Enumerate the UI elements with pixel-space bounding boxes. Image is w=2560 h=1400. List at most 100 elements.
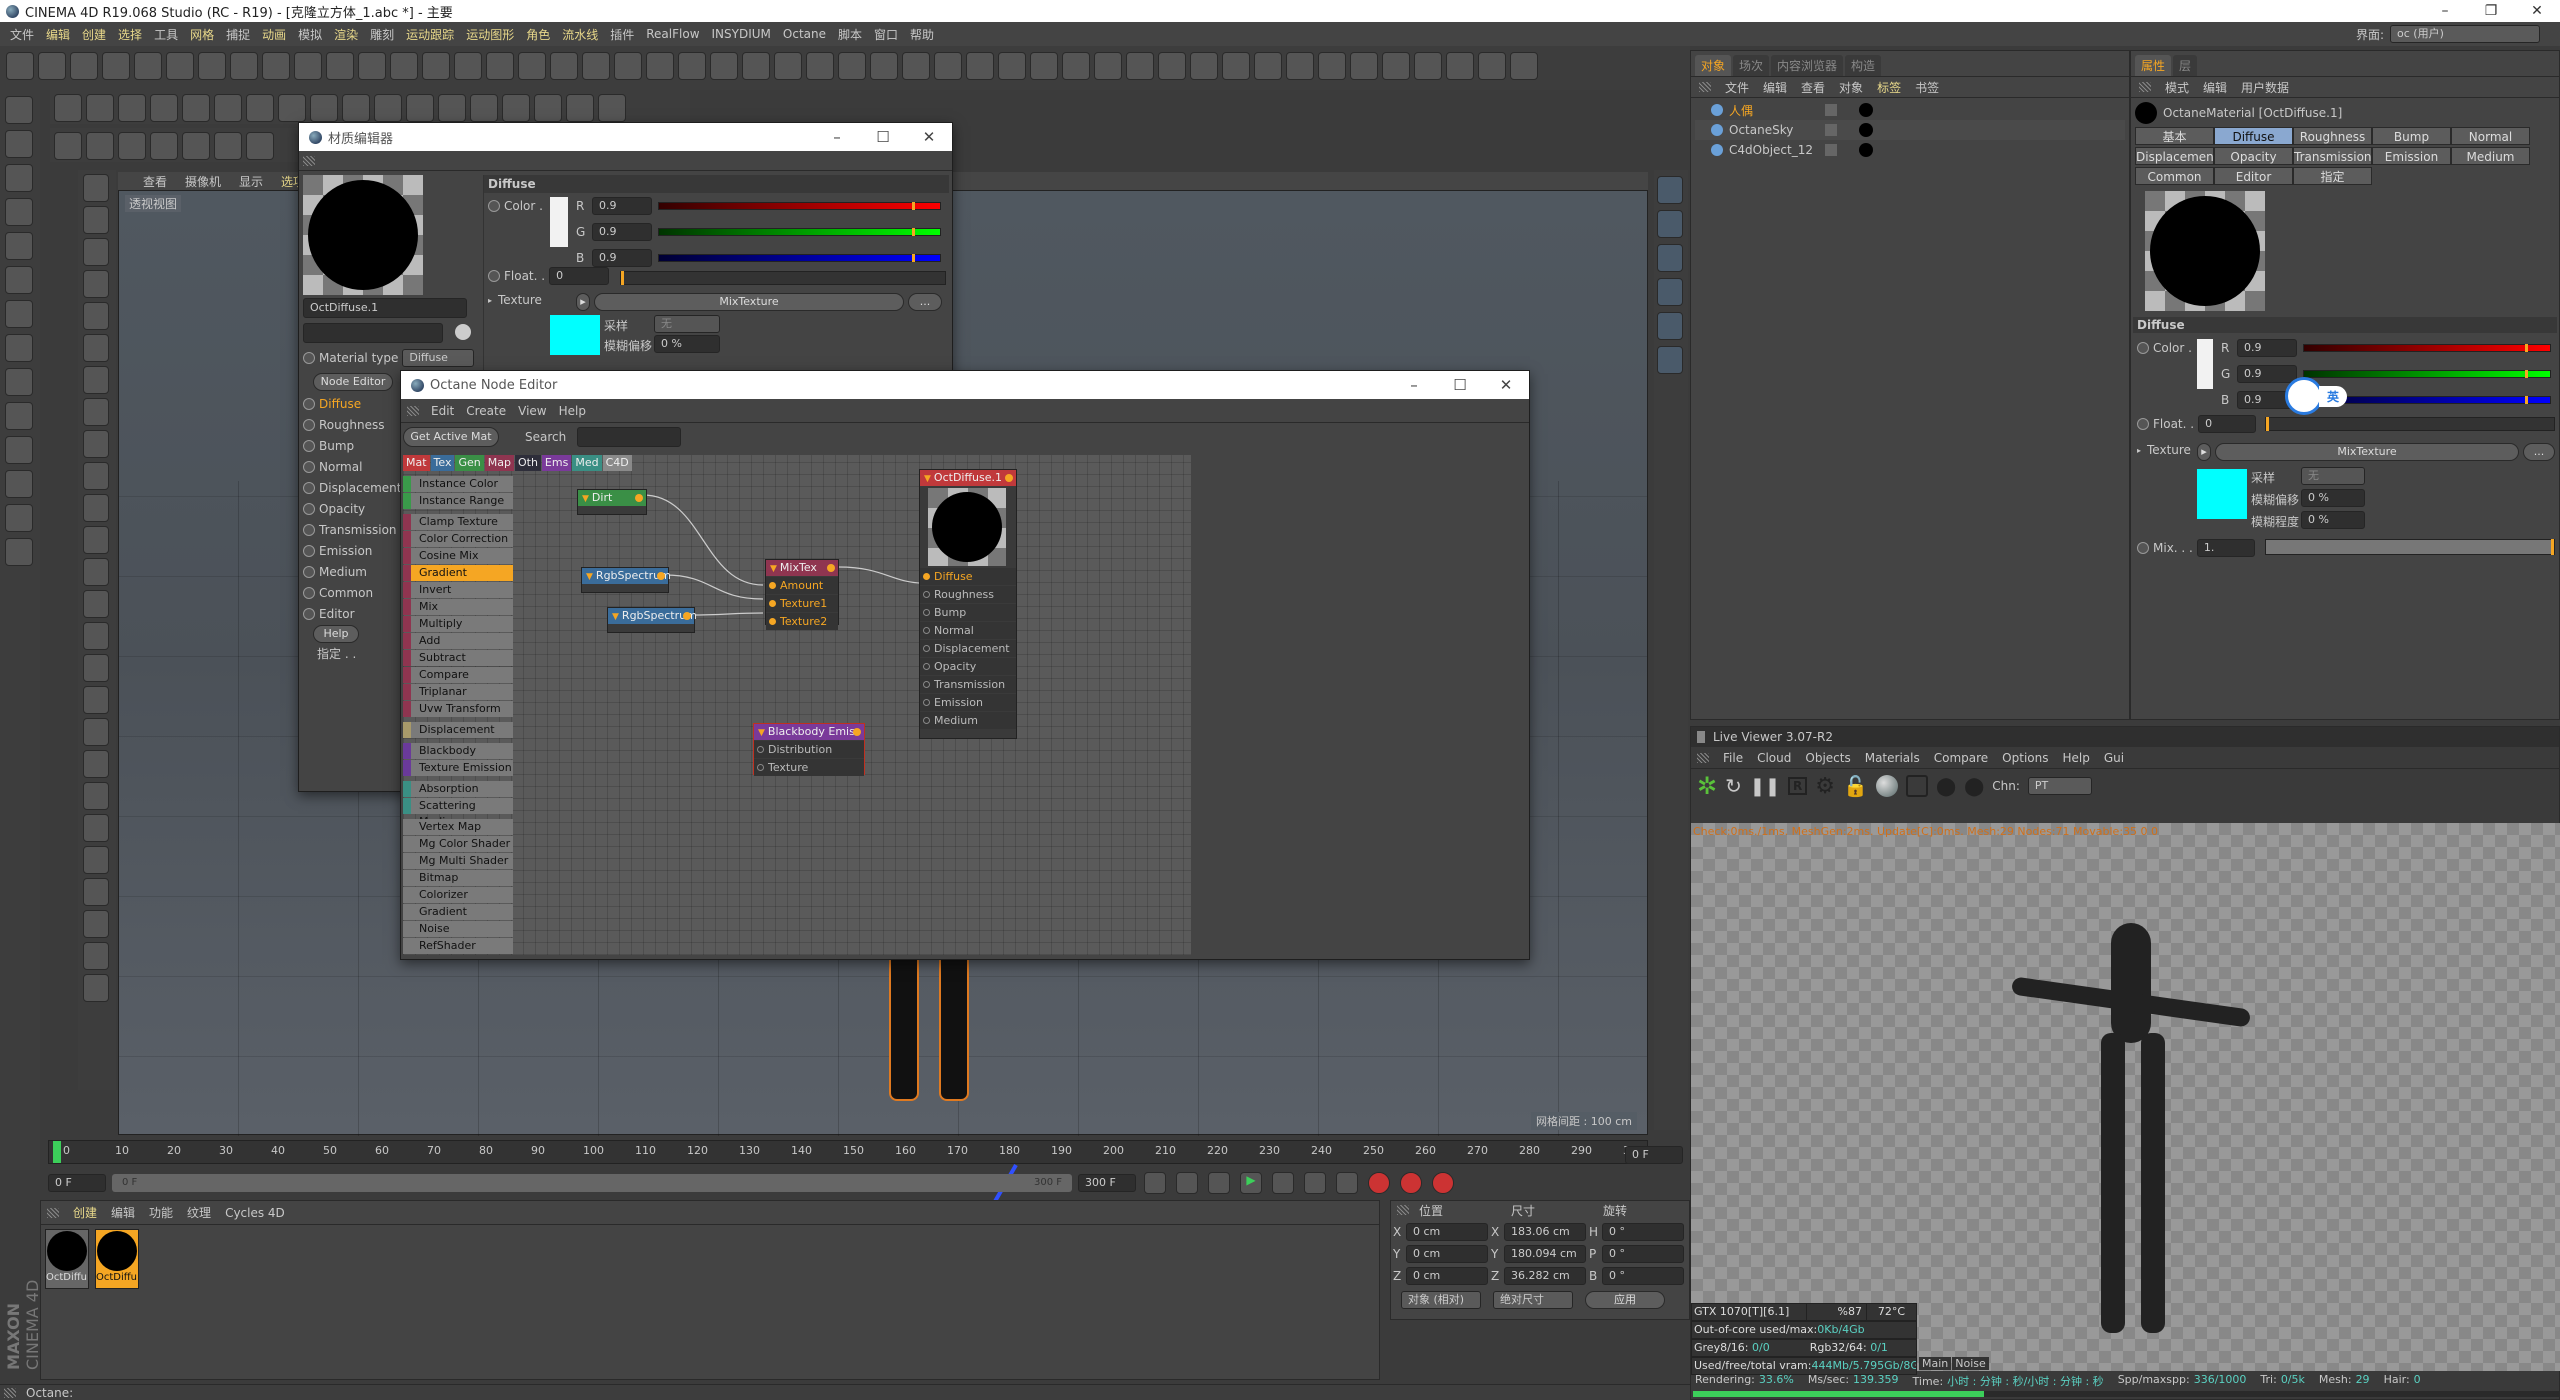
main-tool-icon[interactable] bbox=[230, 52, 258, 80]
left-tool-icon[interactable] bbox=[5, 470, 33, 498]
expand-arrow-icon[interactable]: ▸ bbox=[488, 296, 492, 305]
main-tool-icon[interactable] bbox=[358, 52, 386, 80]
maximize-button[interactable]: ☐ bbox=[1437, 371, 1483, 399]
main-tool-icon[interactable] bbox=[710, 52, 738, 80]
channel-radio[interactable] bbox=[303, 565, 315, 578]
settings-gear-icon[interactable]: ⚙ bbox=[1815, 774, 1835, 799]
slider-thumb[interactable] bbox=[911, 254, 915, 262]
render-tool-icon[interactable] bbox=[182, 132, 210, 160]
viewport-menu-view[interactable]: 查看 bbox=[143, 173, 167, 190]
current-frame-field[interactable]: 0 F bbox=[1625, 1146, 1683, 1164]
start-frame-field[interactable]: 0 F bbox=[48, 1174, 106, 1192]
mode-tool-icon[interactable] bbox=[83, 686, 109, 714]
mode-tool-icon[interactable] bbox=[83, 878, 109, 906]
main-tool-icon[interactable] bbox=[518, 52, 546, 80]
object-row[interactable]: OctaneSky bbox=[1695, 120, 2125, 140]
attr-float-slider[interactable] bbox=[2265, 417, 2555, 431]
left-tool-icon[interactable] bbox=[5, 368, 33, 396]
mode-tool-icon[interactable] bbox=[83, 622, 109, 650]
secondary-tool-icon[interactable] bbox=[502, 94, 530, 122]
menu-item[interactable]: 运动跟踪 bbox=[406, 26, 454, 43]
left-tool-icon[interactable] bbox=[5, 538, 33, 566]
slider-thumb[interactable] bbox=[911, 202, 915, 210]
main-tool-icon[interactable] bbox=[998, 52, 1026, 80]
go-to-start-icon[interactable] bbox=[1144, 1172, 1166, 1194]
attr-blur-offset-field[interactable]: 0 % bbox=[2301, 489, 2365, 507]
texture-arrow-button[interactable]: ▸ bbox=[576, 293, 590, 311]
main-tool-icon[interactable] bbox=[6, 52, 34, 80]
main-tool-icon[interactable] bbox=[1414, 52, 1442, 80]
maximize-button[interactable]: ❐ bbox=[2468, 0, 2514, 22]
mode-tool-icon[interactable] bbox=[83, 718, 109, 746]
expand-arrow-icon[interactable]: ▸ bbox=[2137, 446, 2141, 455]
render-tool-icon[interactable] bbox=[118, 132, 146, 160]
channel-displacement[interactable]: Displacement bbox=[303, 477, 403, 498]
timeline-ruler[interactable]: 0 10 20 30 40 50 60 70 80 90 100 110 120 130 140 150 160… bbox=[48, 1140, 1648, 1164]
live-viewer-menu-item[interactable]: Objects bbox=[1805, 751, 1850, 765]
slider-thumb[interactable] bbox=[2525, 344, 2529, 352]
channel-r-slider[interactable] bbox=[2303, 344, 2551, 352]
octane-tool-icon[interactable] bbox=[1657, 210, 1683, 238]
channel-roughness[interactable]: Roughness bbox=[303, 414, 403, 435]
mode-tool-icon[interactable] bbox=[83, 302, 109, 330]
channel-transmission[interactable]: Transmission bbox=[303, 519, 403, 540]
channel-tab[interactable]: Roughness bbox=[2293, 127, 2372, 145]
main-tool-icon[interactable] bbox=[742, 52, 770, 80]
help-button[interactable]: Help bbox=[313, 625, 359, 643]
secondary-tool-icon[interactable] bbox=[534, 94, 562, 122]
material-name-field[interactable]: OctDiffuse.1 bbox=[303, 298, 467, 318]
channel-bump[interactable]: Bump bbox=[303, 435, 403, 456]
material-manager-menu-item[interactable]: Cycles 4D bbox=[225, 1206, 285, 1220]
secondary-tool-icon[interactable] bbox=[246, 94, 274, 122]
channel-tab[interactable]: Editor bbox=[2214, 167, 2293, 185]
channel-b-field[interactable]: 0.9 bbox=[592, 249, 652, 267]
secondary-tool-icon[interactable] bbox=[86, 94, 114, 122]
coord-pos-field[interactable]: 0 cm bbox=[1406, 1267, 1488, 1285]
viewport-menu-camera[interactable]: 摄像机 bbox=[185, 173, 221, 190]
menu-item[interactable]: 动画 bbox=[262, 26, 286, 43]
mode-tool-icon[interactable] bbox=[83, 782, 109, 810]
left-tool-icon[interactable] bbox=[5, 504, 33, 532]
object-manager-menu-item[interactable]: 标签 bbox=[1877, 79, 1901, 96]
menu-item[interactable]: 文件 bbox=[10, 26, 34, 43]
main-tool-icon[interactable] bbox=[1510, 52, 1538, 80]
pin-texture[interactable]: Texture bbox=[754, 759, 864, 776]
render-tool-icon[interactable] bbox=[246, 132, 274, 160]
blur-offset-field[interactable]: 0 % bbox=[654, 335, 720, 353]
main-tool-icon[interactable] bbox=[326, 52, 354, 80]
focus-pin-icon[interactable]: ⬤ bbox=[1936, 776, 1956, 797]
object-row[interactable]: 人偶 bbox=[1695, 100, 2125, 120]
live-viewer-menu-item[interactable]: File bbox=[1723, 751, 1743, 765]
coord-pos-field[interactable]: 0 cm bbox=[1406, 1223, 1488, 1241]
secondary-tool-icon[interactable] bbox=[438, 94, 466, 122]
coord-rot-field[interactable]: 0 ° bbox=[1602, 1267, 1684, 1285]
mode-tool-icon[interactable] bbox=[83, 206, 109, 234]
main-tool-icon[interactable] bbox=[1222, 52, 1250, 80]
texture-button[interactable]: MixTexture bbox=[594, 293, 904, 311]
octane-tool-icon[interactable] bbox=[1657, 312, 1683, 340]
mode-tool-icon[interactable] bbox=[83, 750, 109, 778]
object-manager-menu-item[interactable]: 编辑 bbox=[1763, 79, 1787, 96]
slider-thumb[interactable] bbox=[911, 228, 915, 236]
viewport-menu-display[interactable]: 显示 bbox=[239, 173, 263, 190]
material-ball-icon[interactable] bbox=[1875, 775, 1898, 797]
main-tool-icon[interactable] bbox=[134, 52, 162, 80]
channel-radio[interactable] bbox=[303, 607, 315, 620]
octane-tool-icon[interactable] bbox=[1657, 278, 1683, 306]
channel-tab[interactable]: Emission bbox=[2372, 147, 2451, 165]
material-pin-icon[interactable]: ⬤ bbox=[1964, 776, 1984, 797]
float-radio[interactable] bbox=[488, 270, 500, 282]
main-tool-icon[interactable] bbox=[1446, 52, 1474, 80]
prev-key-icon[interactable] bbox=[1176, 1172, 1198, 1194]
pin-texture1[interactable]: Texture1 bbox=[766, 595, 838, 612]
main-tool-icon[interactable] bbox=[1478, 52, 1506, 80]
object-manager-menu-item[interactable]: 文件 bbox=[1725, 79, 1749, 96]
attr-sampling-dropdown[interactable]: 无 bbox=[2301, 467, 2365, 485]
main-tool-icon[interactable] bbox=[550, 52, 578, 80]
pin-opacity[interactable]: Opacity bbox=[920, 658, 1016, 675]
object-name[interactable]: C4dObject_12 bbox=[1729, 143, 1819, 157]
pin-transmission[interactable]: Transmission bbox=[920, 676, 1016, 693]
mode-tool-icon[interactable] bbox=[83, 270, 109, 298]
mode-tool-icon[interactable] bbox=[83, 846, 109, 874]
material-manager-menu-item[interactable]: 功能 bbox=[149, 1204, 173, 1221]
